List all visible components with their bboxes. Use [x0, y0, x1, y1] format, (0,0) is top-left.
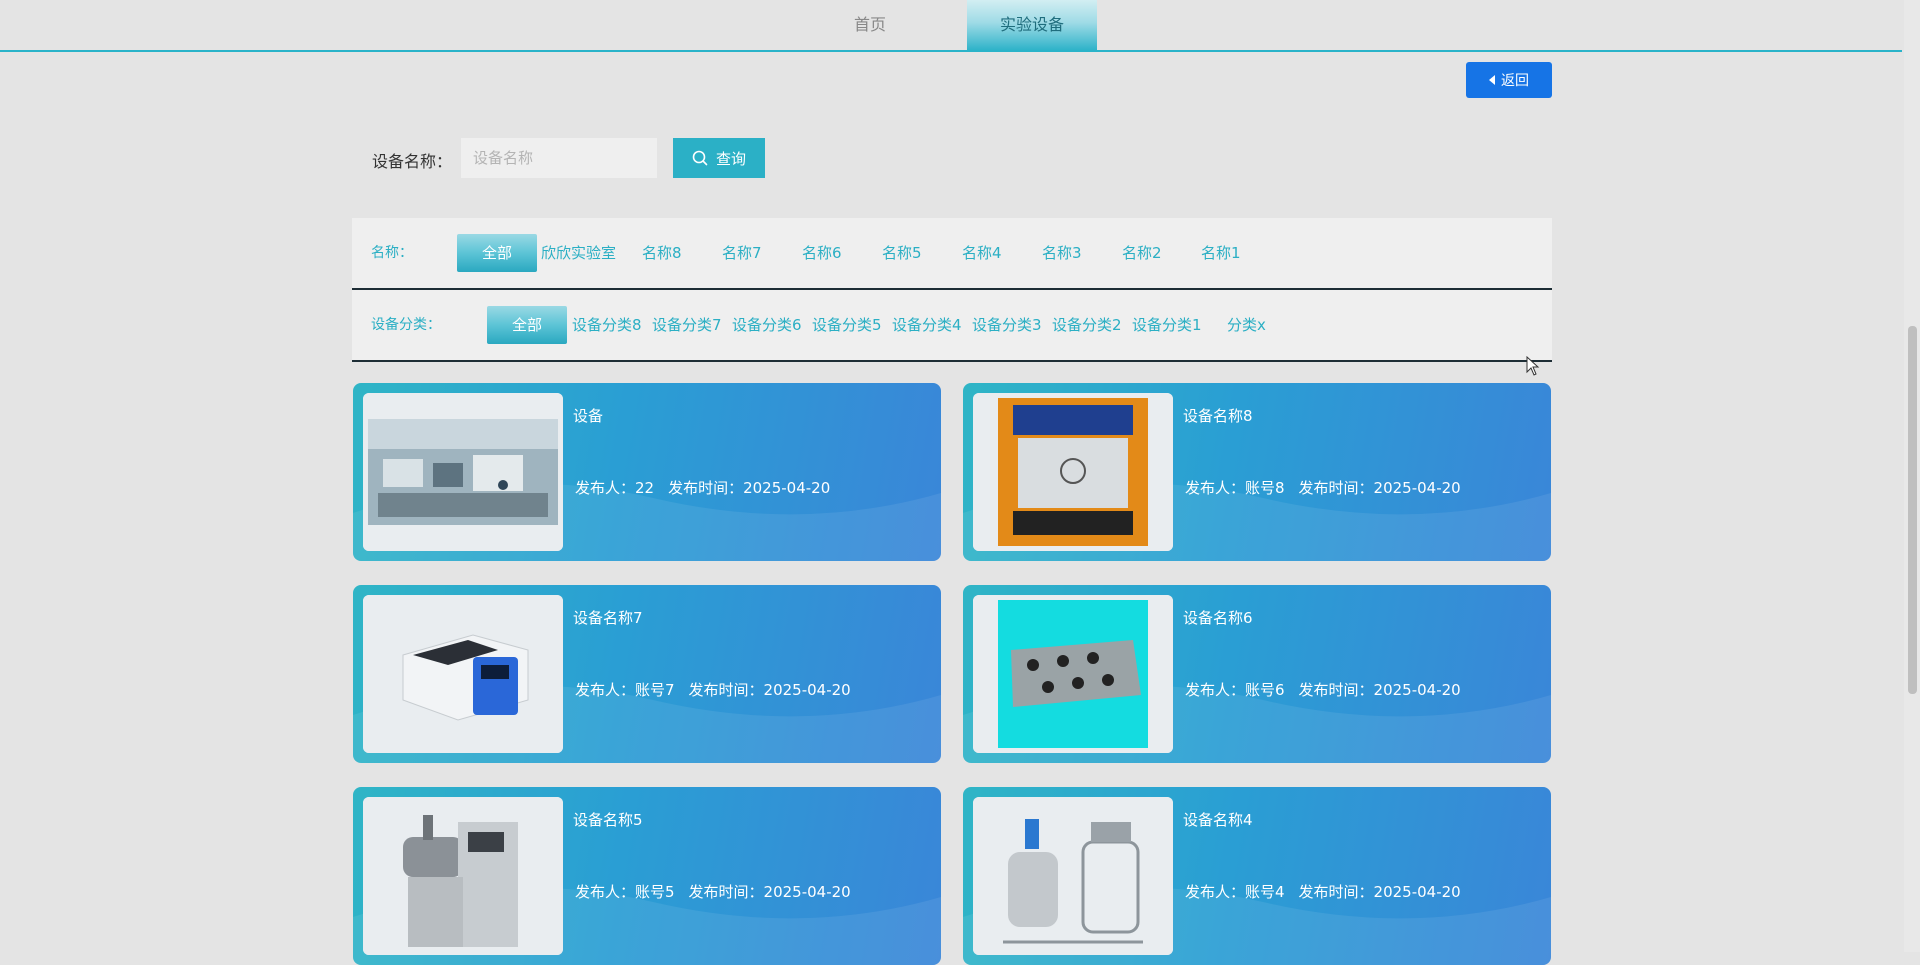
name-filter-item[interactable]: 欣欣实验室 — [541, 218, 616, 288]
category-filter-item[interactable]: 设备分类3 — [972, 290, 1042, 360]
name-filter-item[interactable]: 名称2 — [1122, 218, 1162, 288]
card-time: 发布时间：2025-04-20 — [668, 479, 831, 497]
scrollbar-thumb[interactable] — [1908, 326, 1917, 694]
mouse-cursor-icon — [1526, 356, 1540, 376]
resistance-box-photo — [973, 595, 1173, 753]
equipment-image — [973, 595, 1173, 753]
name-filter-item[interactable]: 名称4 — [962, 218, 1002, 288]
equipment-image — [973, 393, 1173, 551]
card-meta: 发布人：账号8 发布时间：2025-04-20 — [1185, 477, 1461, 498]
equipment-image — [363, 595, 563, 753]
card-publisher: 发布人：账号6 — [1185, 681, 1285, 699]
lab-room-photo — [363, 393, 563, 551]
equipment-image — [973, 797, 1173, 955]
card-title: 设备名称5 — [573, 811, 643, 829]
equipment-card[interactable]: 设备 发布人：22 发布时间：2025-04-20 — [353, 383, 941, 561]
name-filter-row: 名称： 全部 欣欣实验室 名称8 名称7 名称6 名称5 名称4 名称3 名称2… — [352, 218, 1552, 290]
equipment-card[interactable]: 设备名称5 发布人：账号5 发布时间：2025-04-20 — [353, 787, 941, 965]
category-filter-item[interactable]: 设备分类4 — [892, 290, 962, 360]
name-filter-item[interactable]: 名称3 — [1042, 218, 1082, 288]
name-filter-item[interactable]: 名称7 — [722, 218, 762, 288]
equipment-image — [363, 797, 563, 955]
card-time: 发布时间：2025-04-20 — [688, 681, 851, 699]
card-publisher: 发布人：22 — [575, 479, 655, 497]
card-publisher: 发布人：账号5 — [575, 883, 675, 901]
equipment-card[interactable]: 设备名称7 发布人：账号7 发布时间：2025-04-20 — [353, 585, 941, 763]
query-button[interactable]: 查询 — [673, 138, 765, 178]
reactor-tank-photo — [973, 797, 1173, 955]
nav-equipment[interactable]: 实验设备 — [967, 0, 1097, 50]
name-filter-all[interactable]: 全部 — [457, 234, 537, 272]
card-meta: 发布人：账号5 发布时间：2025-04-20 — [575, 881, 851, 902]
category-filter-label: 设备分类： — [371, 317, 441, 333]
equipment-card[interactable]: 设备名称8 发布人：账号8 发布时间：2025-04-20 — [963, 383, 1551, 561]
card-title: 设备名称7 — [573, 609, 643, 627]
card-meta: 发布人：账号4 发布时间：2025-04-20 — [1185, 881, 1461, 902]
category-filter-item[interactable]: 设备分类1 — [1132, 290, 1202, 360]
card-meta: 发布人：账号7 发布时间：2025-04-20 — [575, 679, 851, 700]
category-filter-item[interactable]: 设备分类5 — [812, 290, 882, 360]
card-publisher: 发布人：账号7 — [575, 681, 675, 699]
top-nav: 首页 实验设备 — [0, 0, 1902, 52]
category-filter-item[interactable]: 分类x — [1227, 290, 1266, 360]
bead-mill-photo — [363, 797, 563, 955]
card-title: 设备名称6 — [1183, 609, 1253, 627]
card-time: 发布时间：2025-04-20 — [1298, 479, 1461, 497]
heating-block-photo — [363, 595, 563, 753]
equipment-card[interactable]: 设备名称4 发布人：账号4 发布时间：2025-04-20 — [963, 787, 1551, 965]
category-filter-row: 设备分类： 全部 设备分类8 设备分类7 设备分类6 设备分类5 设备分类4 设… — [352, 290, 1552, 362]
name-filter-label: 名称： — [371, 245, 413, 261]
back-button[interactable]: 返回 — [1466, 62, 1552, 98]
category-filter-item[interactable]: 设备分类7 — [652, 290, 722, 360]
nav-home[interactable]: 首页 — [820, 0, 920, 50]
card-publisher: 发布人：账号8 — [1185, 479, 1285, 497]
category-filter-item[interactable]: 设备分类8 — [572, 290, 642, 360]
card-publisher: 发布人：账号4 — [1185, 883, 1285, 901]
query-button-label: 查询 — [715, 149, 746, 168]
back-button-label: 返回 — [1501, 73, 1529, 89]
equipment-image — [363, 393, 563, 551]
tester-box-photo — [973, 393, 1173, 551]
name-filter-item[interactable]: 名称1 — [1201, 218, 1241, 288]
card-title: 设备名称4 — [1183, 811, 1253, 829]
category-filter-all[interactable]: 全部 — [487, 306, 567, 344]
card-time: 发布时间：2025-04-20 — [688, 883, 851, 901]
card-meta: 发布人：账号6 发布时间：2025-04-20 — [1185, 679, 1461, 700]
caret-left-icon — [1489, 75, 1495, 85]
card-title: 设备名称8 — [1183, 407, 1253, 425]
card-title: 设备 — [573, 407, 604, 425]
search-input[interactable] — [461, 138, 657, 178]
name-filter-item[interactable]: 名称5 — [882, 218, 922, 288]
search-label: 设备名称： — [372, 152, 453, 171]
card-time: 发布时间：2025-04-20 — [1298, 883, 1461, 901]
scrollbar[interactable] — [1904, 0, 1920, 952]
search-icon — [692, 150, 708, 166]
card-time: 发布时间：2025-04-20 — [1298, 681, 1461, 699]
name-filter-item[interactable]: 名称6 — [802, 218, 842, 288]
equipment-card[interactable]: 设备名称6 发布人：账号6 发布时间：2025-04-20 — [963, 585, 1551, 763]
card-meta: 发布人：22 发布时间：2025-04-20 — [575, 477, 830, 498]
name-filter-item[interactable]: 名称8 — [642, 218, 682, 288]
category-filter-item[interactable]: 设备分类6 — [732, 290, 802, 360]
category-filter-item[interactable]: 设备分类2 — [1052, 290, 1122, 360]
